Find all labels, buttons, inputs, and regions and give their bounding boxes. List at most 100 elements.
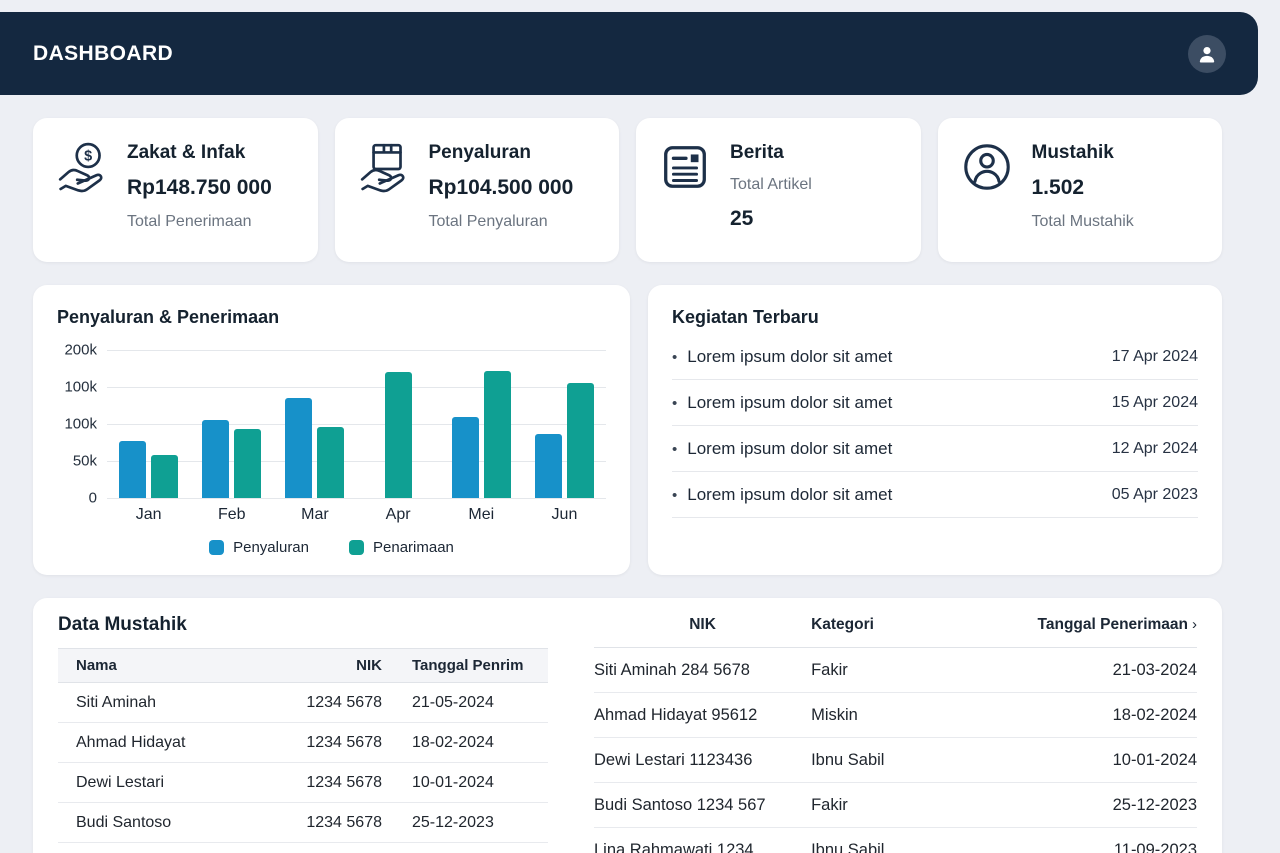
bar-penarimaan-feb [234,429,261,498]
activity-date: 12 Apr 2024 [1112,440,1198,458]
stat-card-penyaluran: Penyaluran Rp104.500 000 Total Penyalura… [335,118,620,262]
bar-penarimaan-mei [484,371,511,498]
stat-value: Rp104.500 000 [429,176,574,200]
table-row: Budi Santoso 1234 567 Fakir 25-12-2023 [594,783,1197,828]
y-tick-label: 100k [64,379,97,396]
table-header-row: NIK Kategori Tanggal Penerimaan› [594,606,1197,648]
bullet-icon: • [672,349,677,366]
cell-tanggal: 10-01-2024 [986,751,1197,770]
chart-legend: PenyaluranPenarimaan [57,539,606,556]
bar-group-feb [190,350,273,498]
cell-kategori: Fakir [811,661,986,680]
cell-kategori: Fakir [811,796,986,815]
bullet-icon: • [672,441,677,458]
stat-title: Zakat & Infak [127,142,272,164]
activity-text: Lorem ipsum dolor sit amet [687,393,892,413]
activity-date: 05 Apr 2023 [1112,486,1198,504]
y-tick-label: 100k [64,416,97,433]
legend-label: Penarimaan [373,539,454,556]
table-row: Lina Rahmawati 1234 5678 11-07-2023 [58,843,548,853]
legend-swatch [349,540,364,555]
cell-nama: Ahmad Hidayat [76,734,272,752]
stat-cards-row: $ Zakat & Infak Rp148.750 000 Total Pene… [33,118,1222,262]
bar-groups [107,350,606,498]
page-title: DASHBOARD [33,42,173,66]
svg-text:$: $ [84,149,92,165]
x-tick-label: Jan [107,506,190,524]
legend-swatch [209,540,224,555]
cell-nik: 1234 5678 [272,694,382,712]
stat-subtitle: Total Penyaluran [429,213,574,231]
hand-box-icon [357,140,415,262]
column-header-nama: Nama [76,657,272,674]
bar-penarimaan-mar [317,427,344,498]
chart-x-axis: JanFebMarAprMeiJun [107,506,606,524]
bar-penyaluran-mar [285,398,312,498]
cell-nik: 1234 5678 [272,774,382,792]
bar-penarimaan-jun [567,383,594,498]
bar-group-jun [523,350,606,498]
y-tick-label: 0 [89,490,97,507]
cell-nama: Siti Aminah [76,694,272,712]
bar-group-mei [440,350,523,498]
bar-penyaluran-mei [452,417,479,498]
column-header-kategori: Kategori [811,616,986,634]
cell-nik: 1234 5678 [272,814,382,832]
cell-tanggal: 21-03-2024 [986,661,1197,680]
stat-title: Mustahik [1032,142,1134,164]
cell-tanggal: 21-05-2024 [382,694,530,712]
column-header-tanggal-penerimaan[interactable]: Tanggal Penerimaan› [986,616,1197,634]
user-avatar-button[interactable] [1188,35,1226,73]
stat-title: Penyaluran [429,142,574,164]
table-row: Dewi Lestari 1123436 Ibnu Sabil 10-01-20… [594,738,1197,783]
x-tick-label: Jun [523,506,606,524]
stat-value: 25 [730,207,812,231]
stat-subtitle: Total Penerimaan [127,213,272,231]
table-row: Siti Aminah 1234 5678 21-05-2024 [58,683,548,723]
activity-date: 17 Apr 2024 [1112,348,1198,366]
activity-text: Lorem ipsum dolor sit amet [687,347,892,367]
table-row: Ahmad Hidayat 1234 5678 18-02-2024 [58,723,548,763]
stat-subtitle: Total Artikel [730,176,812,194]
cell-tanggal: 11-09-2023 [986,841,1197,853]
table-row: Siti Aminah 284 5678 Fakir 21-03-2024 [594,648,1197,693]
stat-value: Rp148.750 000 [127,176,272,200]
chart-title: Penyaluran & Penerimaan [57,307,606,328]
cell-kategori: Ibnu Sabil [811,841,986,853]
stat-card-mustahik: Mustahik 1.502 Total Mustahik [938,118,1223,262]
stat-card-zakat: $ Zakat & Infak Rp148.750 000 Total Pene… [33,118,318,262]
activity-item: • Lorem ipsum dolor sit amet 17 Apr 2024 [672,334,1198,380]
cell-nik: Dewi Lestari 1123436 [594,751,811,770]
cell-nama: Budi Santoso [76,814,272,832]
bar-group-apr [357,350,440,498]
table-row: Dewi Lestari 1234 5678 10-01-2024 [58,763,548,803]
cell-tanggal: 10-01-2024 [382,774,530,792]
y-tick-label: 50k [73,453,97,470]
activity-text: Lorem ipsum dolor sit amet [687,485,892,505]
gridline [107,498,606,499]
stat-card-berita: Berita Total Artikel 25 [636,118,921,262]
x-tick-label: Mei [440,506,523,524]
cell-nik: Siti Aminah 284 5678 [594,661,811,680]
cell-tanggal: 25-12-2023 [382,814,530,832]
column-header-nik: NIK [594,616,811,634]
cell-tanggal: 18-02-2024 [986,706,1197,725]
y-tick-label: 200k [64,342,97,359]
stat-subtitle: Total Mustahik [1032,213,1134,231]
bar-group-jan [107,350,190,498]
bar-group-mar [273,350,356,498]
stat-title: Berita [730,142,812,164]
chart-y-axis: 200k100k100k50k0 [57,350,107,498]
cell-tanggal: 25-12-2023 [986,796,1197,815]
table-row: Ahmad Hidayat 95612 Miskin 18-02-2024 [594,693,1197,738]
bar-penarimaan-jan [151,455,178,498]
cell-nik: Lina Rahmawati 1234 [594,841,811,853]
activities-panel: Kegiatan Terbaru • Lorem ipsum dolor sit… [648,285,1222,575]
activity-item: • Lorem ipsum dolor sit amet 05 Apr 2023 [672,472,1198,518]
table-row: Lina Rahmawati 1234 Ibnu Sabil 11-09-202… [594,828,1197,853]
column-header-nik: NIK [272,657,382,674]
bar-penyaluran-jun [535,434,562,498]
cell-kategori: Ibnu Sabil [811,751,986,770]
cell-kategori: Miskin [811,706,986,725]
bullet-icon: • [672,395,677,412]
